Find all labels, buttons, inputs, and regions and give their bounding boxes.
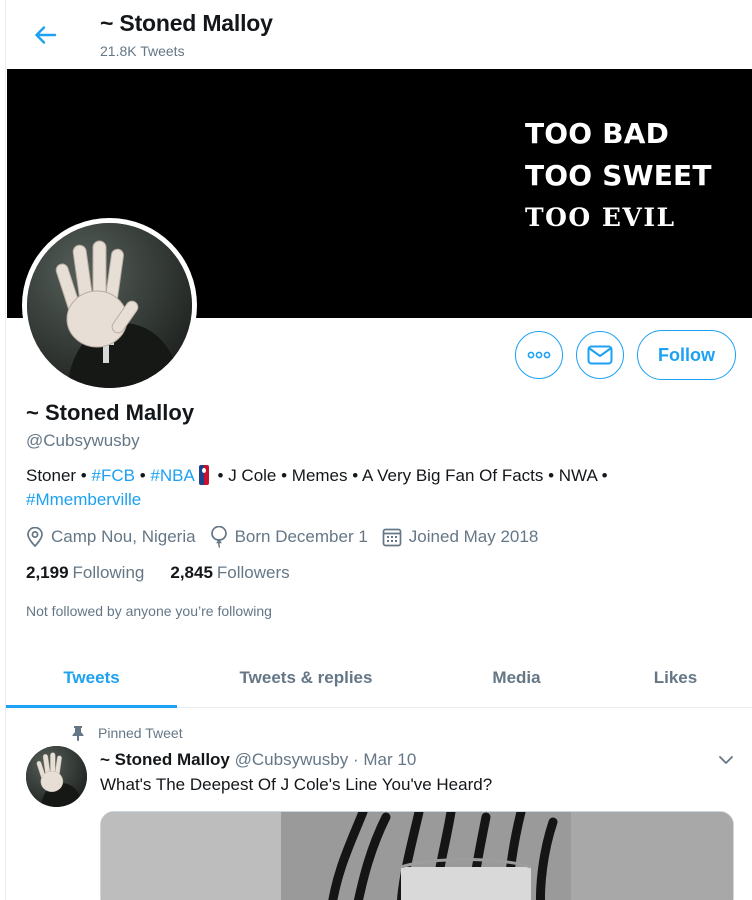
- back-button[interactable]: [30, 20, 60, 50]
- hashtag-link[interactable]: #FCB: [92, 466, 135, 485]
- profile-avatar-frame[interactable]: [22, 218, 197, 393]
- following-count: 2,199: [26, 563, 69, 582]
- tweet-separator: ·: [348, 750, 364, 769]
- chevron-down-icon: [719, 756, 733, 764]
- followers-label: Followers: [216, 563, 290, 582]
- more-options-button[interactable]: [515, 331, 563, 379]
- following-link[interactable]: 2,199 Following: [26, 563, 144, 583]
- bio-text: • J Cole • Memes • A Very Big Fan Of Fac…: [212, 466, 608, 485]
- tweet-header: ~ Stoned Malloy @Cubsywusby · Mar 10: [100, 750, 416, 770]
- followed-by-note: Not followed by anyone you’re following: [26, 603, 272, 619]
- hashtag-link[interactable]: #Mmemberville: [26, 490, 141, 509]
- tweet-author-handle[interactable]: @Cubsywusby: [235, 750, 349, 769]
- header-tweet-count: 21.8K Tweets: [100, 43, 185, 59]
- avatar: [27, 223, 192, 388]
- banner-text: TOO BAD TOO SWEET TOO EVIL: [525, 113, 712, 239]
- birthday-item: Born December 1: [210, 526, 368, 548]
- more-dots-icon: [527, 351, 551, 359]
- profile-tabs: Tweets Tweets & replies Media Likes: [6, 648, 752, 708]
- tweet-author-name[interactable]: ~ Stoned Malloy: [100, 750, 230, 769]
- profile-meta: Camp Nou, Nigeria Born December 1 Joined…: [26, 526, 552, 548]
- banner-line-1: TOO BAD: [525, 117, 670, 150]
- nba-logo-emoji: [198, 465, 209, 485]
- tweet-avatar[interactable]: [26, 746, 87, 807]
- calendar-icon: [382, 528, 402, 547]
- banner-line-3: TOO EVIL: [525, 203, 676, 232]
- tweet-menu-button[interactable]: [716, 752, 736, 768]
- tab-tweets[interactable]: Tweets: [6, 648, 177, 708]
- banner-line-2: TOO SWEET: [525, 159, 712, 192]
- tab-media[interactable]: Media: [435, 648, 598, 707]
- profile-header-bar: ~ Stoned Malloy 21.8K Tweets: [6, 0, 752, 69]
- tweet-text: What's The Deepest Of J Cole's Line You'…: [100, 775, 493, 794]
- profile-column: ~ Stoned Malloy 21.8K Tweets TOO BAD TOO…: [5, 0, 752, 900]
- joined-text: Joined May 2018: [408, 527, 539, 546]
- followers-count: 2,845: [170, 563, 213, 582]
- pinned-indicator: Pinned Tweet: [72, 725, 183, 741]
- tweet-media-image[interactable]: [100, 811, 734, 900]
- header-title: ~ Stoned Malloy: [100, 10, 273, 36]
- arrow-left-icon: [35, 26, 56, 44]
- tab-likes[interactable]: Likes: [598, 648, 752, 707]
- location-pin-icon: [27, 527, 43, 547]
- bio-text: Stoner •: [26, 466, 92, 485]
- envelope-icon: [587, 345, 613, 365]
- location-text: Camp Nou, Nigeria: [51, 527, 196, 546]
- tab-tweets-replies[interactable]: Tweets & replies: [177, 648, 435, 707]
- balloon-icon: [210, 526, 227, 548]
- bio-text: •: [134, 466, 151, 485]
- profile-display-name: ~ Stoned Malloy: [26, 400, 195, 425]
- birthday-text: Born December 1: [234, 527, 368, 546]
- location-item: Camp Nou, Nigeria: [26, 527, 196, 547]
- follow-button[interactable]: Follow: [637, 330, 736, 380]
- pin-icon: [72, 726, 84, 741]
- message-button[interactable]: [576, 331, 624, 379]
- following-label: Following: [72, 563, 145, 582]
- profile-stats: 2,199 Following 2,845 Followers: [26, 563, 316, 583]
- hashtag-link[interactable]: #NBA: [150, 466, 194, 485]
- profile-handle: @Cubsywusby: [26, 431, 140, 450]
- pinned-label: Pinned Tweet: [98, 725, 183, 741]
- tweet-date[interactable]: Mar 10: [363, 750, 416, 769]
- joined-item: Joined May 2018: [382, 527, 538, 547]
- profile-bio: Stoner • #FCB • #NBA • J Cole • Memes • …: [26, 464, 726, 512]
- followers-link[interactable]: 2,845 Followers: [170, 563, 289, 583]
